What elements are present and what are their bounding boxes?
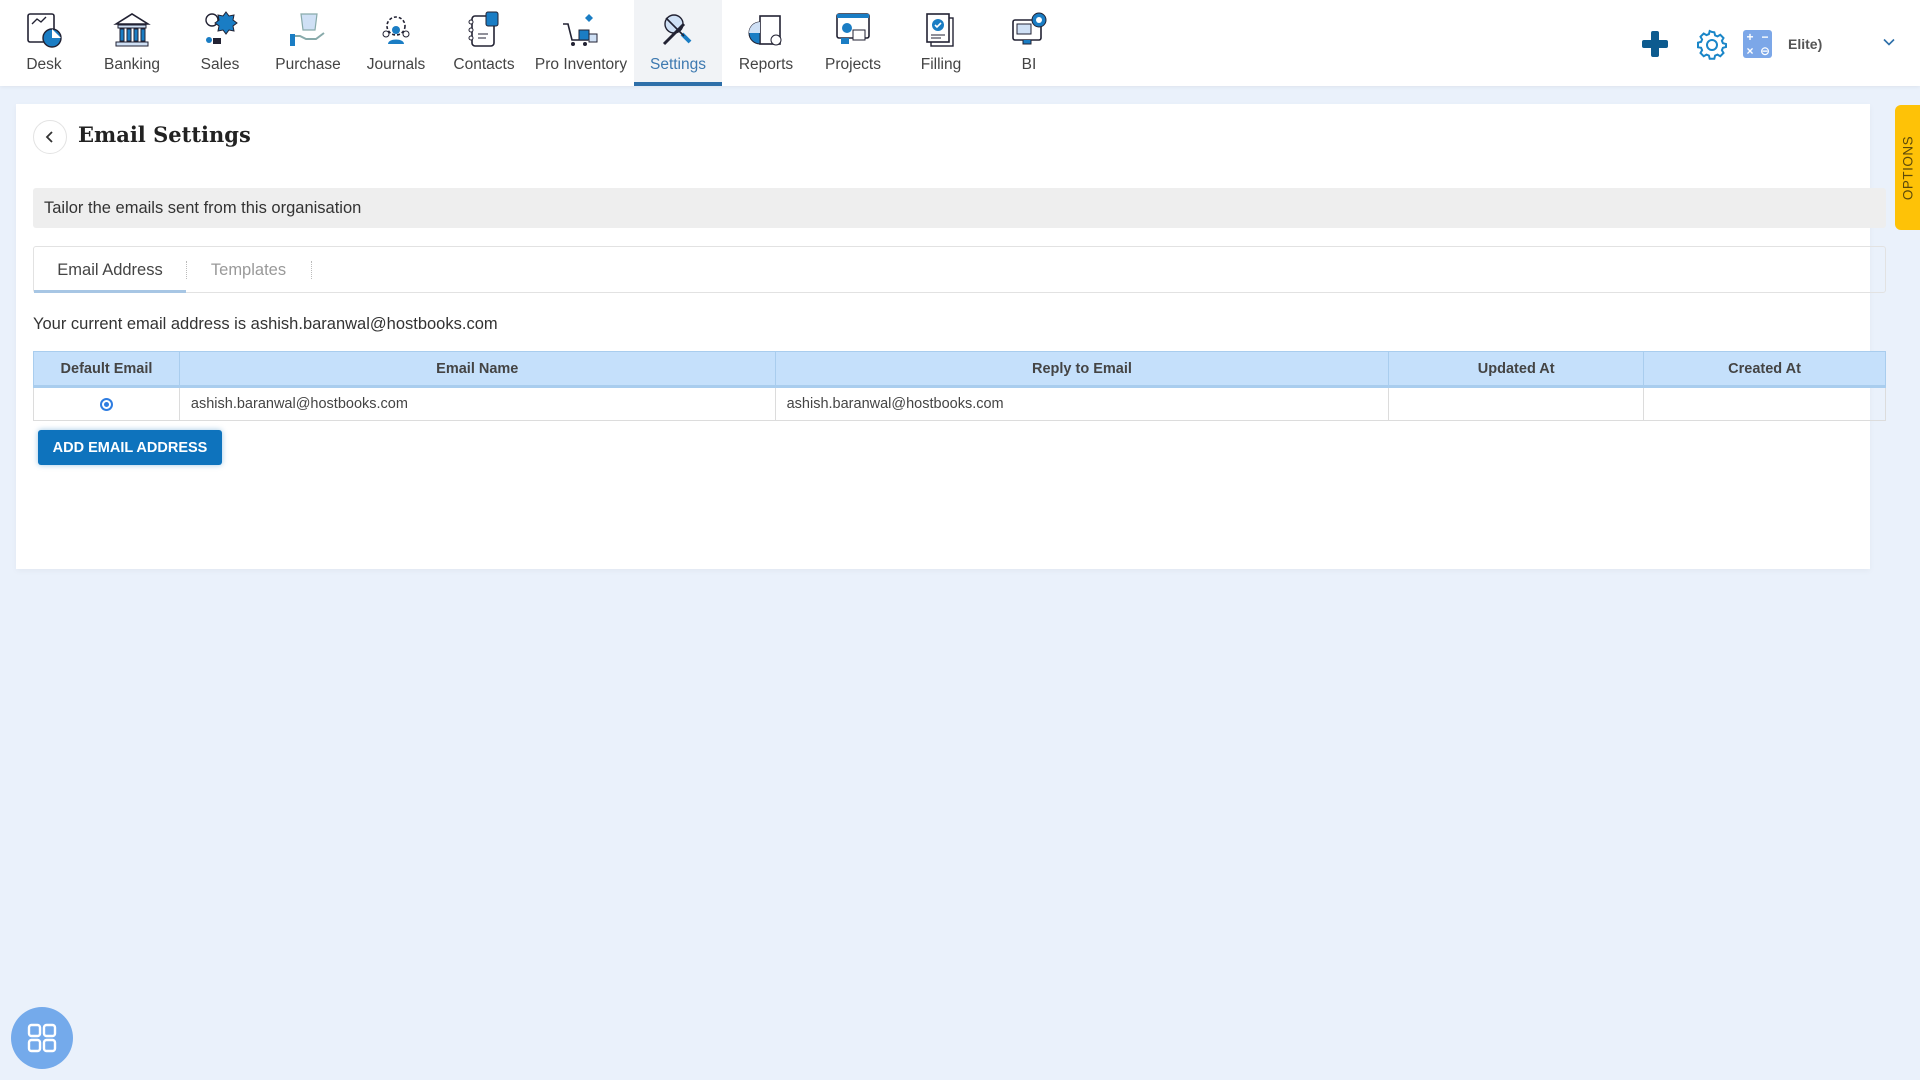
header-reply-to-email: Reply to Email [774, 351, 1390, 388]
nav-item-label: Banking [103, 56, 160, 73]
nav-item-label: Contacts [453, 56, 515, 73]
chevron-left-icon [45, 131, 53, 143]
tab-divider [311, 261, 312, 279]
contacts-icon [468, 11, 499, 47]
header-updated-at: Updated At [1388, 351, 1645, 388]
nav-item-label: Journals [366, 56, 426, 73]
nav-item-reports[interactable]: Reports [722, 0, 810, 86]
nav-item-pro-inventory[interactable]: Pro Inventory [528, 0, 634, 86]
info-banner: Tailor the emails sent from this organis… [33, 188, 1886, 228]
inventory-icon [563, 14, 598, 46]
add-email-address-button[interactable]: ADD EMAIL ADDRESS [38, 430, 222, 465]
nav-item-contacts[interactable]: Contacts [440, 0, 528, 86]
bi-icon [1012, 12, 1047, 45]
nav-item-settings[interactable]: Settings [634, 0, 722, 86]
organisation-label[interactable]: Elite) [1788, 36, 1822, 52]
nav-item-filling[interactable]: Filling [897, 0, 985, 86]
plus-icon[interactable] [1641, 30, 1669, 58]
header-created-at: Created At [1643, 351, 1886, 388]
email-table: Default Email Email Name Reply to Email … [33, 351, 1886, 421]
header-email-name: Email Name [178, 351, 776, 388]
gear-icon[interactable] [1696, 29, 1728, 61]
tab-email-address[interactable]: Email Address [34, 247, 186, 293]
nav-item-label: Filling [920, 56, 962, 73]
email-settings-card [16, 104, 1870, 569]
nav-item-sales[interactable]: Sales [176, 0, 264, 86]
table-header-row: Default Email Email Name Reply to Email … [33, 351, 1886, 388]
apps-launcher-button[interactable] [11, 1007, 73, 1069]
sales-icon [205, 11, 238, 44]
tab-bar: Email Address Templates [33, 246, 1886, 293]
calculator-icon[interactable]: + − × ⊖ [1743, 30, 1772, 58]
nav-item-label: Reports [738, 56, 794, 73]
top-navigation: Desk Banking Sales Purchase Journals Contacts… [0, 0, 1920, 86]
nav-item-label: Projects [825, 56, 881, 73]
chevron-down-icon[interactable] [1883, 36, 1895, 48]
created-at-cell [1643, 386, 1886, 421]
back-button[interactable] [33, 120, 67, 154]
default-email-radio[interactable] [99, 397, 113, 411]
projects-icon [836, 13, 870, 44]
nav-item-banking[interactable]: Banking [88, 0, 176, 86]
current-email-text: Your current email address is ashish.bar… [33, 315, 498, 333]
reports-icon [748, 15, 782, 46]
tab-templates[interactable]: Templates [186, 247, 311, 293]
bank-icon [113, 13, 151, 47]
purchase-icon [290, 13, 325, 46]
default-email-cell [33, 386, 180, 421]
desk-icon [27, 13, 62, 48]
nav-item-label: Desk [26, 56, 62, 73]
header-default-email: Default Email [33, 351, 180, 388]
grid-icon [27, 1023, 57, 1053]
reply-to-cell: ashish.baranwal@hostbooks.com [774, 386, 1390, 421]
nav-item-label: Sales [200, 56, 240, 73]
settings-icon [662, 14, 692, 46]
nav-item-purchase[interactable]: Purchase [264, 0, 352, 86]
email-name-cell: ashish.baranwal@hostbooks.com [178, 386, 776, 421]
nav-item-bi[interactable]: BI [985, 0, 1073, 86]
nav-item-label: Purchase [275, 56, 341, 73]
nav-item-desk[interactable]: Desk [0, 0, 88, 86]
nav-item-label: Pro Inventory [534, 56, 628, 73]
nav-item-journals[interactable]: Journals [352, 0, 440, 86]
nav-item-projects[interactable]: Projects [809, 0, 897, 86]
nav-item-label: BI [1021, 56, 1037, 73]
nav-item-label: Settings [649, 56, 706, 73]
page-title: Email Settings [78, 122, 251, 147]
table-row: ashish.baranwal@hostbooks.com ashish.bar… [33, 386, 1886, 421]
options-side-tab[interactable]: OPTIONS [1895, 105, 1920, 230]
updated-at-cell [1388, 386, 1645, 421]
journals-icon [382, 16, 410, 44]
filling-icon [926, 13, 954, 47]
